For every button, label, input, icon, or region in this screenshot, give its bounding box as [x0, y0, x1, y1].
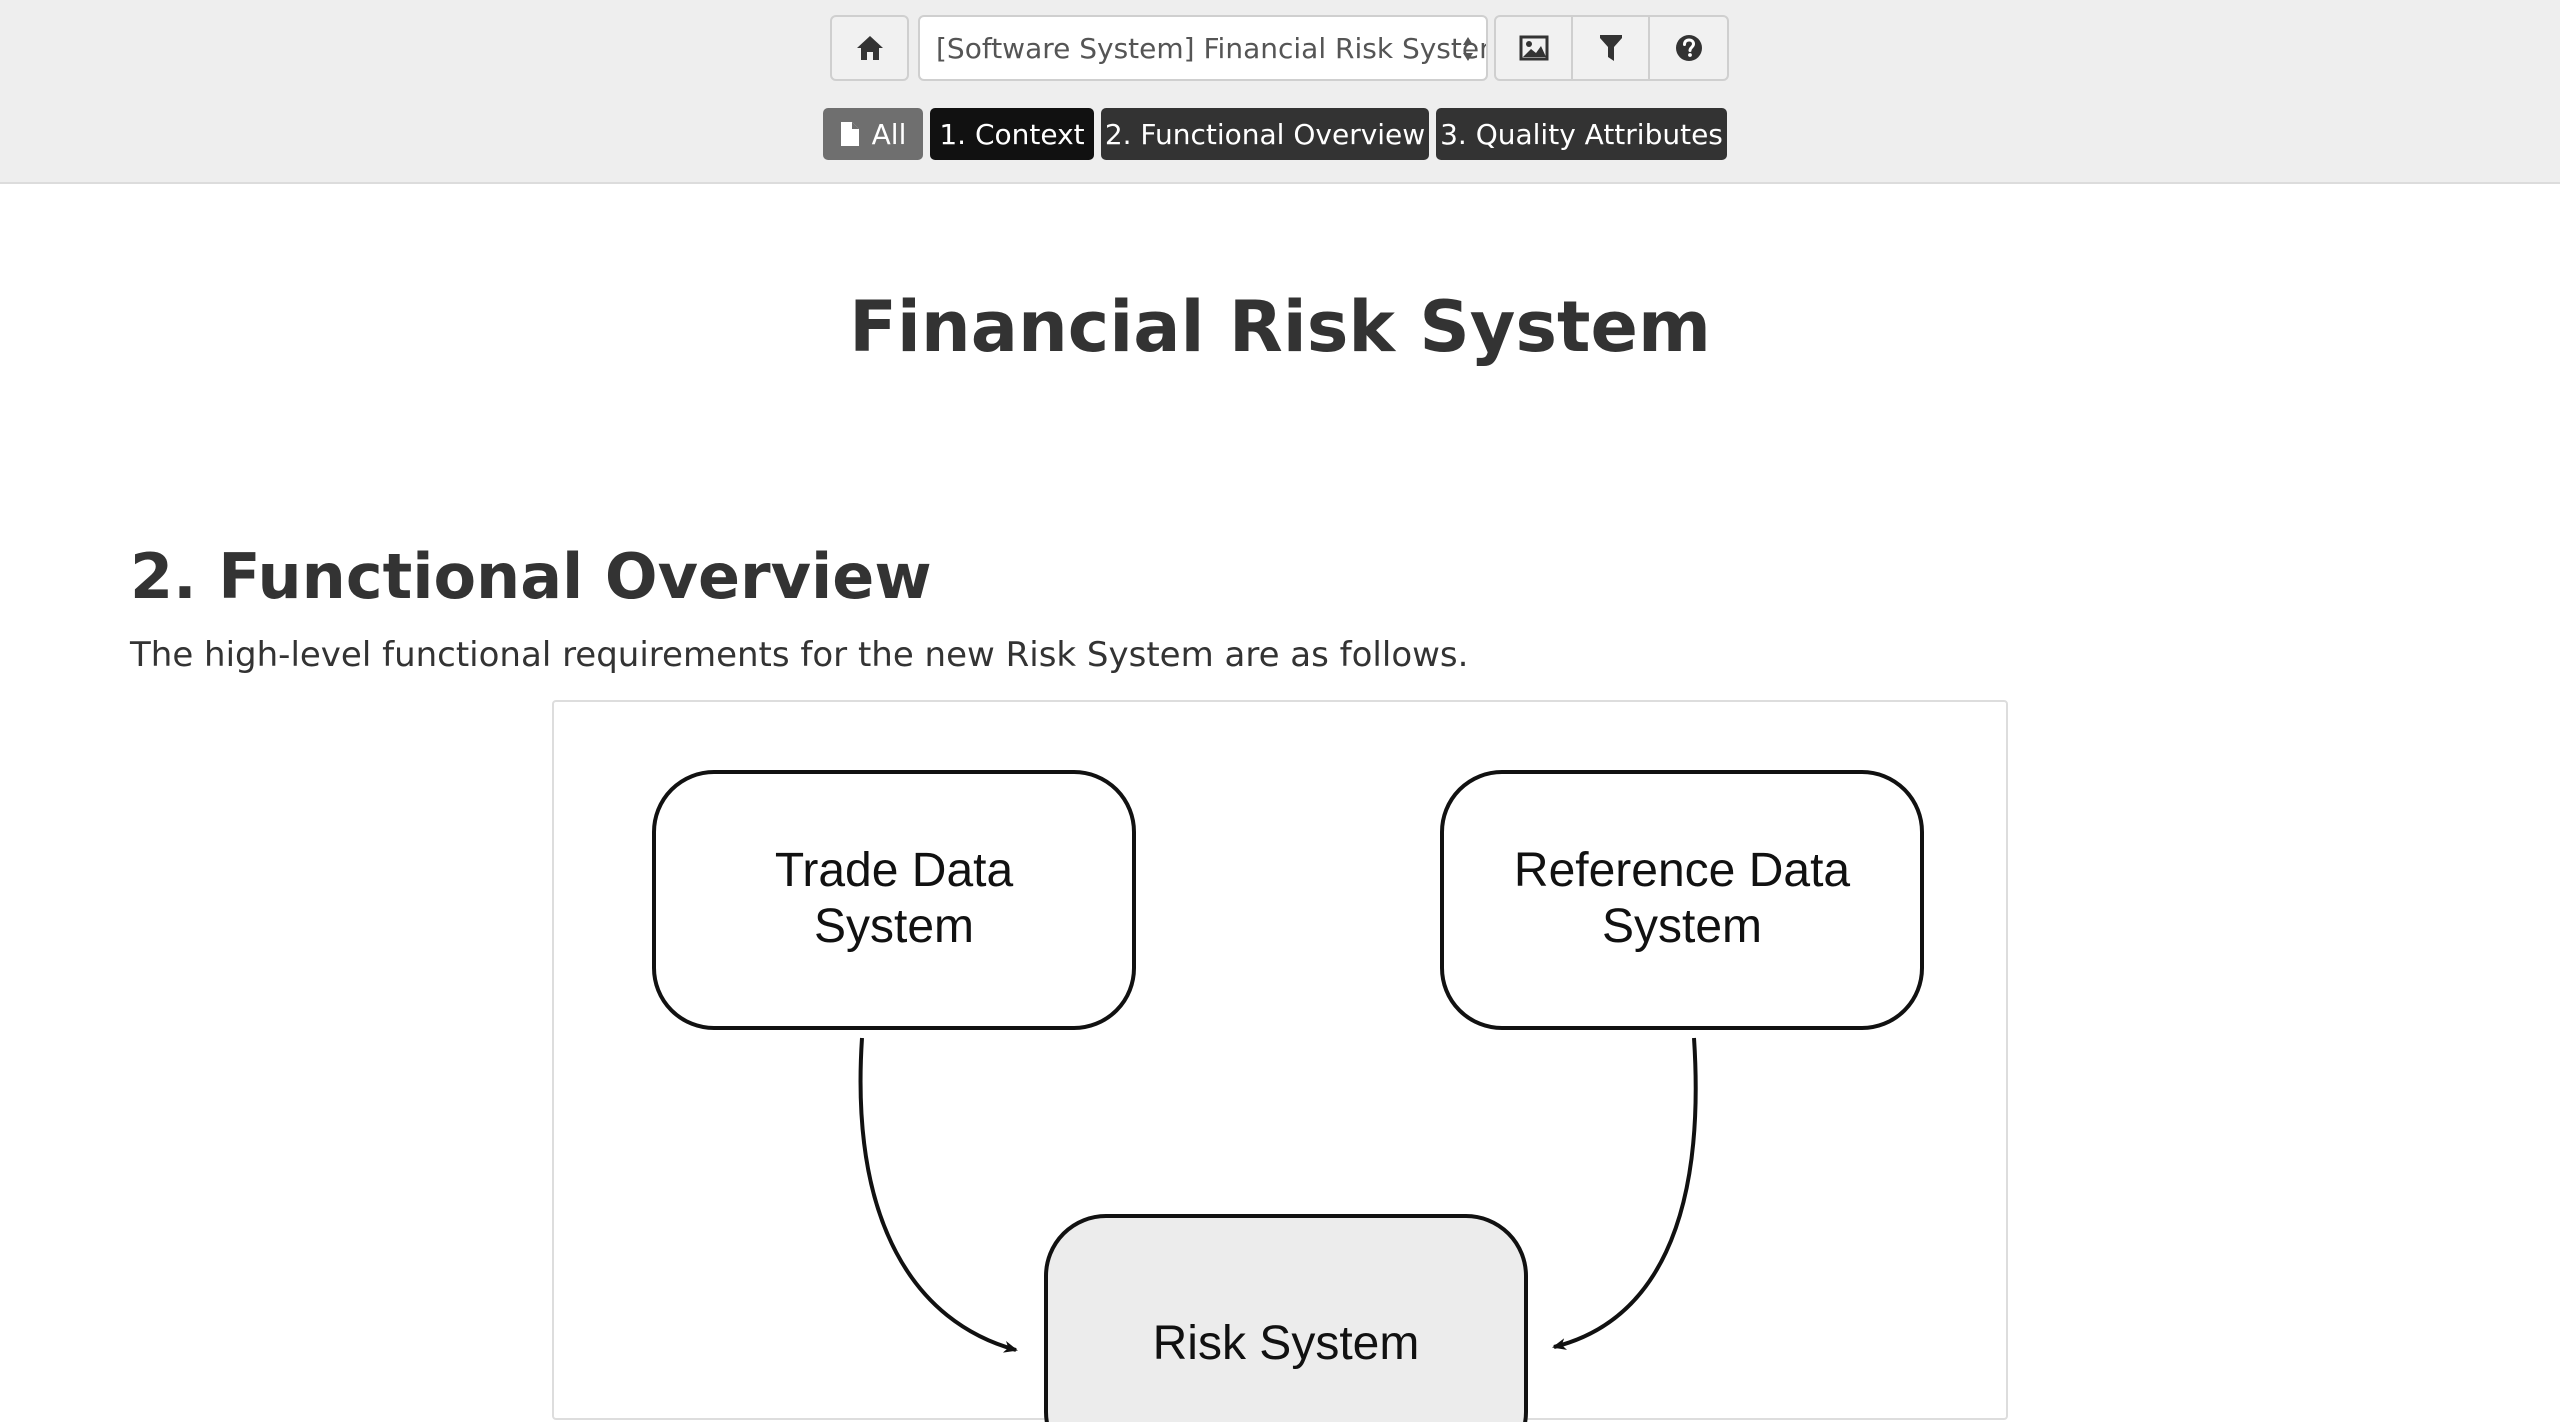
filter-button[interactable] [1571, 15, 1650, 81]
tab-functional-overview[interactable]: 2. Functional Overview [1101, 108, 1429, 160]
reference-to-risk-arrow [1552, 1037, 1698, 1350]
trade-data-system-label-line2: System [814, 900, 974, 953]
tab-functional-overview-label: 2. Functional Overview [1104, 117, 1426, 151]
reference-data-system-node: Reference Data System [1440, 770, 1924, 1030]
tab-quality-attributes[interactable]: 3. Quality Attributes [1436, 108, 1727, 160]
tab-all[interactable]: All [823, 108, 923, 160]
tab-quality-attributes-label: 3. Quality Attributes [1440, 117, 1723, 151]
functional-overview-diagram: Trade Data System Reference Data System … [552, 700, 2008, 1422]
risk-system-label: Risk System [1153, 1317, 1420, 1370]
reference-data-system-label-line1: Reference Data [1514, 844, 1850, 897]
section-heading: 2. Functional Overview [130, 540, 932, 613]
top-toolbar: [Software System] Financial Risk System [0, 0, 2560, 184]
software-system-select-value: [Software System] Financial Risk System [936, 31, 1488, 65]
software-system-select[interactable]: [Software System] Financial Risk System [918, 15, 1488, 81]
toolbar-button-group [1494, 15, 1729, 81]
diagram-canvas: Trade Data System Reference Data System … [652, 770, 1924, 1422]
risk-system-node: Risk System [1044, 1214, 1528, 1422]
trade-data-system-node: Trade Data System [652, 770, 1136, 1030]
page-title: Financial Risk System [849, 286, 1711, 368]
tab-context[interactable]: 1. Context [930, 108, 1094, 160]
section-intro: The high-level functional requirements f… [130, 635, 1469, 675]
trade-to-risk-arrow [858, 1037, 1018, 1353]
trade-data-system-label-line1: Trade Data [775, 844, 1014, 897]
filter-icon [1599, 35, 1622, 61]
select-arrows-icon [1463, 37, 1473, 61]
tab-all-label: All [871, 117, 907, 151]
help-icon [1675, 35, 1702, 61]
image-icon [1519, 35, 1548, 61]
help-button[interactable] [1648, 15, 1729, 81]
document-icon [840, 122, 859, 146]
export-image-button[interactable] [1494, 15, 1573, 81]
tab-context-label: 1. Context [939, 117, 1085, 151]
home-icon [856, 36, 883, 60]
reference-data-system-label-line2: System [1602, 900, 1762, 953]
home-button[interactable] [830, 15, 909, 81]
